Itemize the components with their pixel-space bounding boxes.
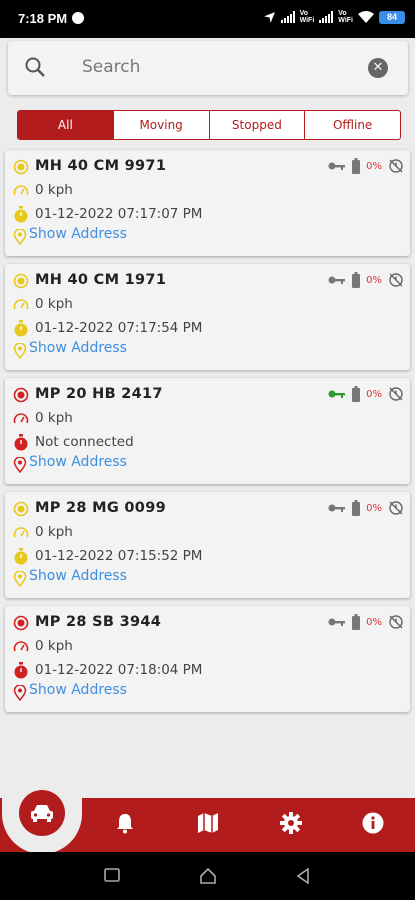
tab-moving[interactable]: Moving [112,111,209,139]
last-updated-time: 01-12-2022 07:18:04 PM [35,662,203,678]
signal-icon-2 [319,11,334,23]
status-dot-icon [13,387,29,403]
vehicle-card[interactable]: MP 28 SB 3944 0% 0 kph 01-12-2022 07:18:… [5,606,410,712]
tab-offline[interactable]: Offline [304,111,400,139]
search-icon[interactable] [24,56,46,78]
vehicle-card[interactable]: MH 40 CM 1971 0% 0 kph 01-12-2022 07:17:… [5,264,410,370]
vehicle-registration: MP 28 MG 0099 [35,500,166,516]
speedometer-icon [13,413,29,424]
map-icon[interactable] [197,812,219,834]
gps-off-icon [389,501,403,515]
gear-icon[interactable] [280,812,302,834]
battery-icon [352,500,361,516]
battery-percent: 0% [366,160,382,172]
stopwatch-icon [14,662,28,679]
show-address-link[interactable]: Show Address [29,454,127,470]
last-updated-time: 01-12-2022 07:17:54 PM [35,320,203,336]
bottom-nav [0,790,415,854]
vehicle-speed: 0 kph [35,638,73,654]
vowifi-icon: Vo WiFi [299,10,315,24]
vehicle-card[interactable]: MP 20 HB 2417 0% 0 kph Not connected Sho… [5,378,410,484]
location-arrow-icon [263,11,275,23]
battery-icon [352,272,361,288]
location-pin-icon [13,229,27,245]
status-dot-icon [13,273,29,289]
stopwatch-icon [14,548,28,565]
vehicle-speed: 0 kph [35,182,73,198]
vehicle-registration: MH 40 CM 9971 [35,158,167,174]
vehicle-speed: 0 kph [35,410,73,426]
battery-percent: 0% [366,274,382,286]
app-notification-icon [72,12,84,24]
location-pin-icon [13,685,27,701]
status-dot-icon [13,615,29,631]
vehicle-registration: MP 28 SB 3944 [35,614,162,630]
info-icon[interactable] [362,812,384,834]
speedometer-icon [13,185,29,196]
battery-percent: 0% [366,502,382,514]
stopwatch-icon [14,320,28,337]
battery-indicator: 84 [379,10,405,24]
ignition-key-icon [328,618,346,626]
location-pin-icon [13,343,27,359]
status-dot-icon [13,159,29,175]
signal-icon [280,11,295,23]
clock: 7:18 PM [18,11,68,26]
battery-percent: 0% [366,616,382,628]
back-icon[interactable] [296,868,310,884]
vehicle-registration: MH 40 CM 1971 [35,272,167,288]
clear-search-icon[interactable]: ✕ [368,58,388,78]
status-bar: 7:18 PM Vo WiFi Vo WiFi 84 [0,0,415,38]
gps-off-icon [389,615,403,629]
speedometer-icon [13,299,29,310]
battery-icon [352,386,361,402]
location-pin-icon [13,571,27,587]
show-address-link[interactable]: Show Address [29,226,127,242]
nav-vehicles-button[interactable] [19,790,65,836]
stopwatch-icon [14,434,28,451]
search-bar[interactable]: Search ✕ [8,41,408,95]
status-dot-icon [13,501,29,517]
ignition-key-icon [328,390,346,398]
vowifi-icon-2: Vo WiFi [338,10,353,24]
filter-tabs: All Moving Stopped Offline [17,110,401,140]
speedometer-icon [13,641,29,652]
battery-icon [352,614,361,630]
vehicle-speed: 0 kph [35,296,73,312]
bell-icon[interactable] [115,812,135,834]
gps-off-icon [389,159,403,173]
gps-off-icon [389,273,403,287]
car-icon[interactable] [29,803,55,823]
vehicle-speed: 0 kph [35,524,73,540]
tab-all[interactable]: All [18,111,113,139]
location-pin-icon [13,457,27,473]
vehicle-registration: MP 20 HB 2417 [35,386,163,402]
show-address-link[interactable]: Show Address [29,340,127,356]
vehicle-card[interactable]: MH 40 CM 9971 0% 0 kph 01-12-2022 07:17:… [5,150,410,256]
last-updated-time: 01-12-2022 07:15:52 PM [35,548,203,564]
last-updated-time: 01-12-2022 07:17:07 PM [35,206,203,222]
ignition-key-icon [328,504,346,512]
ignition-key-icon [328,162,346,170]
system-nav-bar [0,852,415,900]
recents-icon[interactable] [104,868,120,882]
search-input[interactable]: Search [82,57,140,77]
gps-off-icon [389,387,403,401]
battery-icon [352,158,361,174]
show-address-link[interactable]: Show Address [29,682,127,698]
battery-percent: 0% [366,388,382,400]
stopwatch-icon [14,206,28,223]
home-icon[interactable] [199,868,217,884]
last-updated-time: Not connected [35,434,134,450]
show-address-link[interactable]: Show Address [29,568,127,584]
wifi-icon [358,11,374,23]
ignition-key-icon [328,276,346,284]
tab-stopped[interactable]: Stopped [208,111,305,139]
vehicle-card[interactable]: MP 28 MG 0099 0% 0 kph 01-12-2022 07:15:… [5,492,410,598]
speedometer-icon [13,527,29,538]
